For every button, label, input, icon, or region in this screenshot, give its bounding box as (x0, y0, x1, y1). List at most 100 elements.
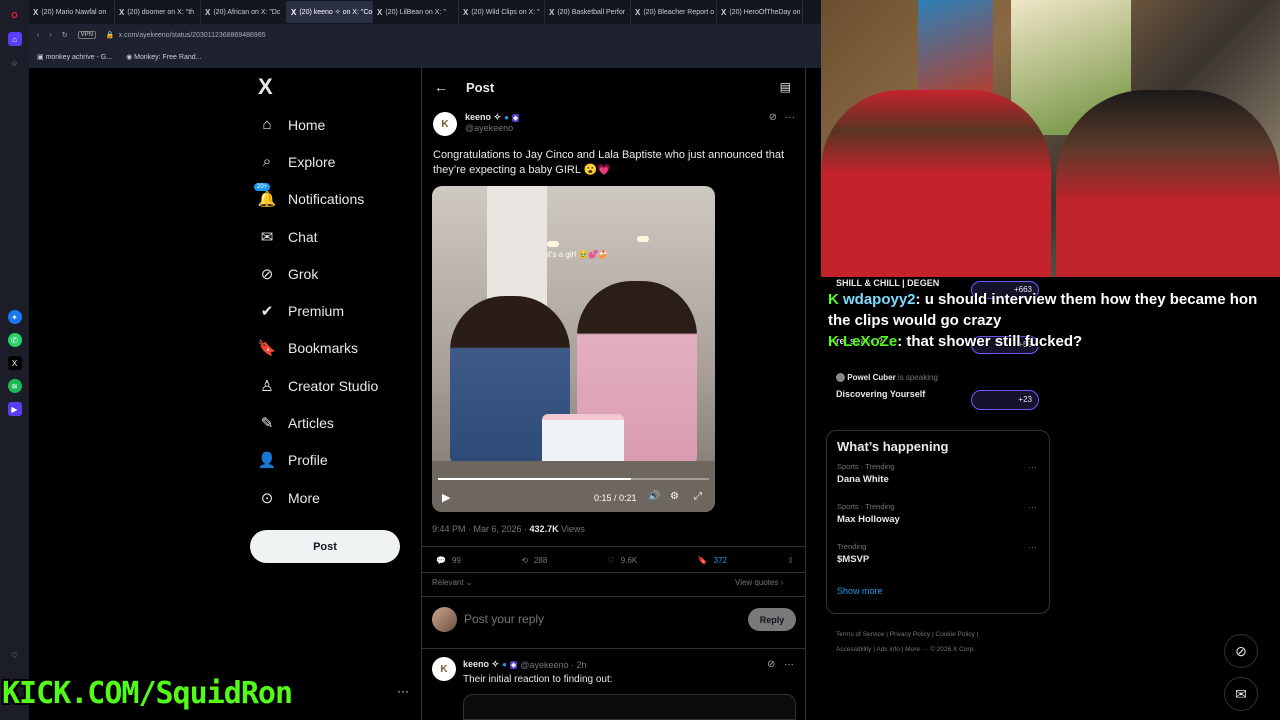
nav-item-creator-studio[interactable]: ♙ Creator Studio (250, 367, 420, 404)
repost-action[interactable]: ⟲ 288 (521, 556, 547, 565)
reload-icon[interactable]: ↻ (62, 31, 68, 39)
messages-fab-icon[interactable]: ✉ (1224, 677, 1258, 711)
nav-item-home[interactable]: ⌂ Home (250, 106, 420, 143)
post-timestamp[interactable]: 9:44 PM · Mar 6, 2026 · (432, 524, 530, 534)
x-tab-icon: X (119, 7, 125, 17)
tab[interactable]: X (20) African on X: "Dc (201, 1, 287, 23)
post-button[interactable]: Post (250, 530, 400, 563)
nav-item-more[interactable]: ⊙ More (250, 479, 420, 516)
speaker-name[interactable]: Powel Cuber (847, 373, 895, 382)
show-more-link[interactable]: Show more (827, 582, 1049, 600)
nav-item-notifications[interactable]: 🔔 20+ Notifications (250, 181, 420, 218)
tab-active[interactable]: X (20) keeno ✧ on X: "Cong (287, 1, 373, 23)
bookmark-action[interactable]: 🔖 372 (698, 556, 727, 565)
person-two (1056, 90, 1280, 277)
video-progress-track[interactable] (438, 478, 709, 480)
views-label: Views (558, 524, 585, 534)
footer-link[interactable]: Terms of Service (836, 631, 884, 638)
footer-link[interactable]: Accessibility (836, 646, 871, 653)
opera-logo-icon[interactable]: O (8, 8, 22, 22)
reply-avatar[interactable]: K (432, 657, 456, 681)
reply-author-name[interactable]: keeno ✧ (463, 659, 499, 670)
video-player[interactable]: it's a girl 🥹💕🍰 ▶ 0:15 / 0:21 🔊 ⚙ ⤢ (432, 186, 715, 512)
author-name[interactable]: keeno ✧ (465, 112, 501, 123)
share-action[interactable]: ⇪ (787, 556, 794, 565)
view-quotes-link[interactable]: View quotes › (735, 578, 783, 587)
play-icon[interactable]: ▶ (442, 491, 450, 504)
reply-media[interactable] (463, 694, 796, 720)
reply-input[interactable]: Post your reply (464, 612, 544, 626)
grok-reply-icon[interactable]: ⊘ (767, 659, 775, 670)
volume-icon[interactable]: 🔊 (648, 491, 660, 502)
tab[interactable]: X (20) doomer on X: "th (115, 1, 201, 23)
ceiling-light (547, 241, 559, 247)
back-arrow-icon[interactable]: ← (434, 79, 448, 95)
bookmark-item[interactable]: ▣ monkey achrive - G... (37, 53, 112, 61)
nav-item-bookmarks[interactable]: 🔖 Bookmarks (250, 330, 420, 367)
trend-item[interactable]: Trending $MSVP ··· (827, 542, 1049, 582)
sort-relevant[interactable]: Relevant ⌄ (432, 578, 473, 587)
tab[interactable]: X (20) Mario Nawfal on (29, 1, 115, 23)
x-logo[interactable]: X (250, 68, 420, 106)
footer-link[interactable]: Ads info (876, 646, 900, 653)
whatsapp-icon[interactable]: ✆ (7, 333, 22, 347)
nav-item-explore[interactable]: ⌕ Explore (250, 143, 420, 180)
heart-rail-icon[interactable]: ♡ (8, 648, 22, 662)
nav-label: Home (288, 116, 326, 133)
reply-handle[interactable]: @ayekeeno · 2h (520, 660, 586, 670)
home-icon: ⌂ (262, 116, 272, 134)
grok-post-icon[interactable]: ⊘ (769, 112, 777, 136)
tab[interactable]: X (20) HeroOfTheDay on (717, 1, 803, 23)
pinboard-icon[interactable]: ☆ (8, 56, 22, 70)
grok-fab-icon[interactable]: ⊘ (1224, 634, 1258, 668)
avatar[interactable]: K (433, 112, 457, 136)
tab[interactable]: X (20) LilBean on X: " (373, 1, 459, 23)
player-icon[interactable]: ▶ (7, 402, 22, 416)
messenger-icon[interactable]: ✦ (7, 310, 22, 324)
trend-item[interactable]: Sports · Trending Dana White ··· (827, 462, 1049, 502)
nav-label: Articles (288, 415, 334, 432)
reply-more-icon[interactable]: ··· (784, 659, 794, 670)
x-rail-icon[interactable]: X (7, 356, 22, 370)
more-icon: ⊙ (260, 489, 274, 507)
my-avatar[interactable] (432, 607, 457, 632)
home-rail-icon[interactable]: ⌂ (7, 32, 22, 46)
spotify-icon[interactable]: ≋ (7, 379, 22, 393)
reader-icon[interactable]: ▤ (780, 80, 791, 94)
spaces-row[interactable]: SHILL & CHILL | DEGEN (836, 278, 939, 288)
tab[interactable]: X (20) Wild Clips on X: " (459, 1, 545, 23)
settings-icon[interactable]: ⚙ (670, 491, 679, 502)
chat-user: wdapoyy2 (843, 291, 916, 308)
space-title[interactable]: Discovering Yourself (836, 389, 925, 399)
nav-item-grok[interactable]: ⊘ Grok (250, 255, 420, 292)
footer-link[interactable]: Privacy Policy (890, 631, 930, 638)
bookmark-item[interactable]: ◉ Monkey: Free Rand... (126, 53, 201, 61)
author-handle[interactable]: @ayekeeno (465, 123, 519, 133)
fullscreen-icon[interactable]: ⤢ (694, 491, 702, 502)
trend-item[interactable]: Sports · Trending Max Holloway ··· (827, 502, 1049, 542)
nav-item-premium[interactable]: ✔ Premium (250, 292, 420, 329)
reply-action[interactable]: 💬 99 (436, 556, 461, 565)
webcam-feed (821, 0, 1280, 277)
nav-item-chat[interactable]: ✉ Chat (250, 218, 420, 255)
tab[interactable]: X (20) Basketball Perfor (545, 1, 631, 23)
url-field[interactable]: x.com/ayekeeno/status/203011236886948696… (119, 32, 266, 39)
footer-link[interactable]: Cookie Policy (936, 631, 975, 638)
trend-more-icon[interactable]: ··· (1028, 462, 1037, 472)
vpn-badge[interactable]: VPN (77, 31, 96, 39)
post-more-icon[interactable]: ··· (785, 112, 795, 136)
nav-item-profile[interactable]: 👤 Profile (250, 442, 420, 479)
tab[interactable]: X (20) Bleacher Report o (631, 1, 717, 23)
like-action[interactable]: ♡ 9.6K (608, 556, 638, 565)
account-more-icon[interactable]: ··· (397, 684, 409, 698)
nav-item-articles[interactable]: ✎ Articles (250, 404, 420, 441)
back-icon[interactable]: ‹ (37, 32, 39, 39)
copyright: © 2026 X Corp. (930, 646, 975, 653)
reply-button[interactable]: Reply (748, 608, 796, 631)
primary-nav: X ⌂ Home ⌕ Explore 🔔 20+ Notifications ✉ Chat ⊘ Gr… (250, 68, 420, 720)
trend-more-icon[interactable]: ··· (1028, 542, 1037, 552)
footer-link[interactable]: More ··· (905, 646, 928, 653)
kick-badge-icon: K (828, 333, 843, 350)
forward-icon[interactable]: › (49, 32, 51, 39)
trend-more-icon[interactable]: ··· (1028, 502, 1037, 512)
